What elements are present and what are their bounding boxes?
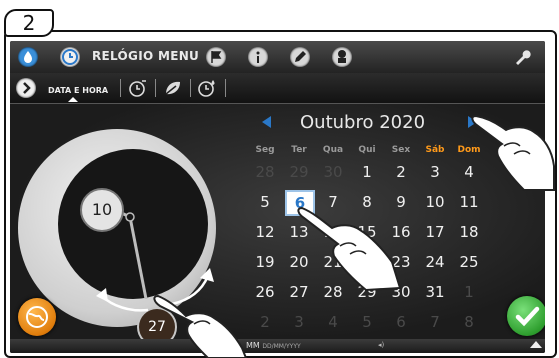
clock-drop-icon[interactable]	[196, 78, 218, 102]
calendar-day[interactable]: 30	[316, 163, 350, 181]
tab-data-e-hora[interactable]: DATA E HORA	[48, 86, 108, 95]
top-menu-bar: RELÓGIO MENU	[10, 41, 545, 73]
tab-separator	[155, 79, 156, 97]
clock-icon[interactable]	[60, 47, 80, 67]
pointing-hand-icon	[297, 206, 402, 292]
calendar-day[interactable]: 5	[248, 193, 282, 211]
globe-button[interactable]	[18, 298, 56, 336]
step-number-badge: 2	[4, 9, 54, 37]
scroll-up-arrow-icon[interactable]	[530, 341, 542, 348]
globe-icon	[26, 306, 48, 328]
info-icon[interactable]	[248, 47, 268, 67]
calendar-day[interactable]: 17	[418, 223, 452, 241]
calendar-day[interactable]: 7	[418, 313, 452, 331]
confirm-button[interactable]	[507, 296, 545, 336]
calendar-day[interactable]: 5	[350, 313, 384, 331]
manual-figure: 2 RELÓGIO MENU DATA E HORA Outubro 2020 …	[0, 0, 559, 358]
chef-icon[interactable]	[332, 47, 352, 67]
calendar-day[interactable]: 10	[418, 193, 452, 211]
calendar-day[interactable]: 11	[452, 193, 486, 211]
water-drop-icon[interactable]	[18, 47, 38, 67]
calendar-day[interactable]: 1	[452, 283, 486, 301]
tab-separator	[190, 79, 191, 97]
calendar-day[interactable]: 26	[248, 283, 282, 301]
tab-separator	[225, 79, 226, 97]
flag-icon[interactable]	[206, 47, 226, 67]
format-small-label: DD/MM/YYYY	[262, 343, 301, 350]
appliance-display: RELÓGIO MENU DATA E HORA Outubro 2020 Se…	[10, 41, 545, 353]
calendar-day[interactable]: 24	[418, 253, 452, 271]
tab-separator	[120, 79, 121, 97]
weekday-label-weekend: Sáb	[425, 145, 445, 155]
calendar-day[interactable]: 25	[452, 253, 486, 271]
wrench-icon[interactable]	[512, 47, 532, 67]
calendar-day[interactable]: 2	[248, 313, 282, 331]
menu-title: RELÓGIO MENU	[92, 49, 200, 63]
calendar-day[interactable]: 28	[248, 163, 282, 181]
weekday-label: Qua	[322, 145, 344, 155]
pointing-hand-icon	[471, 114, 555, 191]
prev-month-button[interactable]	[262, 116, 271, 128]
calendar-day[interactable]: 1	[350, 163, 384, 181]
calendar-day[interactable]: 3	[418, 163, 452, 181]
calendar-day[interactable]: 6	[384, 313, 418, 331]
calendar-day[interactable]: 12	[248, 223, 282, 241]
pointing-hand-icon	[153, 294, 248, 358]
checkmark-icon	[515, 306, 540, 327]
pencil-icon[interactable]	[290, 47, 310, 67]
active-tab-indicator	[68, 97, 78, 102]
timer-icon[interactable]	[127, 78, 149, 102]
calendar-day[interactable]: 2	[384, 163, 418, 181]
weekday-label: Ter	[291, 145, 307, 155]
calendar-day[interactable]: 4	[316, 313, 350, 331]
calendar-day[interactable]: 29	[282, 163, 316, 181]
calendar-day[interactable]: 31	[418, 283, 452, 301]
arrow-right-icon[interactable]	[16, 78, 36, 98]
weekday-label: Seg	[255, 145, 275, 155]
calendar-day[interactable]: 3	[282, 313, 316, 331]
calendar-day[interactable]: 8	[452, 313, 486, 331]
hour-knob[interactable]: 10	[80, 188, 124, 232]
calendar-day[interactable]: 19	[248, 253, 282, 271]
calendar-day[interactable]: 18	[452, 223, 486, 241]
sub-tab-bar: DATA E HORA	[10, 73, 545, 104]
weekday-label: Qui	[358, 145, 376, 155]
leaf-icon[interactable]	[162, 78, 184, 102]
date-format-label: MM DD/MM/YYYY	[246, 341, 301, 350]
month-label: Outubro 2020	[300, 112, 426, 133]
weekday-label: Sex	[391, 145, 411, 155]
speaker-icon: ◂)	[378, 341, 385, 349]
